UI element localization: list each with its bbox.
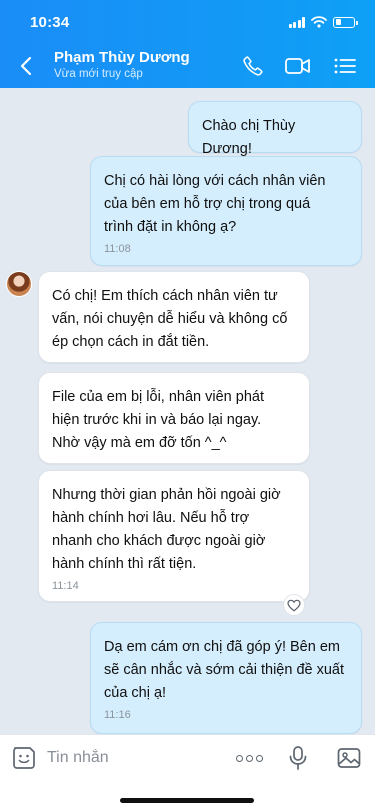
send-image-button[interactable] bbox=[336, 745, 362, 771]
message-bubble-outgoing[interactable]: Chị có hài lòng với cách nhân viên của b… bbox=[90, 156, 362, 266]
react-button[interactable] bbox=[283, 594, 305, 616]
cellular-signal-icon bbox=[288, 16, 305, 28]
status-icons bbox=[288, 16, 358, 28]
back-button[interactable] bbox=[14, 54, 38, 78]
call-button[interactable] bbox=[239, 53, 267, 79]
message-text: Chị có hài lòng với cách nhân viên của b… bbox=[104, 173, 326, 235]
message-bubble-incoming[interactable]: File của em bị lỗi, nhân viên phát hiện … bbox=[38, 372, 310, 464]
message-bubble-outgoing[interactable]: Dạ em cám ơn chị đã góp ý! Bên em sẽ cân… bbox=[90, 622, 362, 734]
sticker-button[interactable] bbox=[11, 745, 37, 771]
video-call-button[interactable] bbox=[284, 53, 312, 79]
message-bubble-incoming[interactable]: Nhưng thời gian phản hồi ngoài giờ hành … bbox=[38, 470, 310, 602]
message-text: Nhưng thời gian phản hồi ngoài giờ hành … bbox=[52, 487, 281, 572]
message-text: File của em bị lỗi, nhân viên phát hiện … bbox=[52, 389, 264, 451]
battery-icon bbox=[333, 16, 358, 28]
sticker-icon bbox=[13, 747, 35, 769]
contact-name[interactable]: Phạm Thùy Dương bbox=[54, 49, 190, 66]
video-camera-icon bbox=[285, 58, 310, 74]
voice-message-button[interactable] bbox=[286, 745, 310, 771]
list-menu-icon bbox=[334, 58, 356, 74]
microphone-icon bbox=[289, 746, 307, 770]
message-text: Chào chị Thùy Dương! bbox=[202, 118, 296, 157]
message-text: Có chị! Em thích cách nhân viên tư vấn, … bbox=[52, 288, 288, 350]
chat-header: 10:34 Phạm Thùy Dương Vừa mới truy cập bbox=[0, 0, 375, 88]
message-time: 11:08 bbox=[104, 243, 131, 255]
menu-button[interactable] bbox=[331, 53, 359, 79]
contact-status: Vừa mới truy cập bbox=[54, 68, 143, 80]
heart-icon bbox=[287, 599, 301, 612]
message-time: 11:14 bbox=[52, 580, 79, 592]
more-dots-icon bbox=[235, 754, 263, 762]
message-input-bar bbox=[0, 734, 375, 812]
message-text: Dạ em cám ơn chị đã góp ý! Bên em sẽ cân… bbox=[104, 639, 345, 701]
message-bubble-incoming[interactable]: Có chị! Em thích cách nhân viên tư vấn, … bbox=[38, 271, 310, 363]
phone-icon bbox=[243, 56, 263, 76]
status-bar: 10:34 bbox=[0, 0, 375, 44]
home-indicator bbox=[120, 798, 254, 803]
message-bubble-outgoing[interactable]: Chào chị Thùy Dương! bbox=[188, 101, 362, 157]
message-time: 11:16 bbox=[104, 709, 131, 721]
contact-avatar[interactable] bbox=[6, 271, 32, 297]
chat-area[interactable]: Chào chị Thùy Dương! Chị có hài lòng với… bbox=[0, 88, 375, 734]
wifi-icon bbox=[311, 16, 327, 28]
status-time: 10:34 bbox=[30, 14, 70, 31]
chevron-left-icon bbox=[20, 56, 32, 76]
image-icon bbox=[337, 748, 361, 768]
more-options-button[interactable] bbox=[234, 747, 264, 769]
message-input[interactable] bbox=[47, 747, 217, 769]
